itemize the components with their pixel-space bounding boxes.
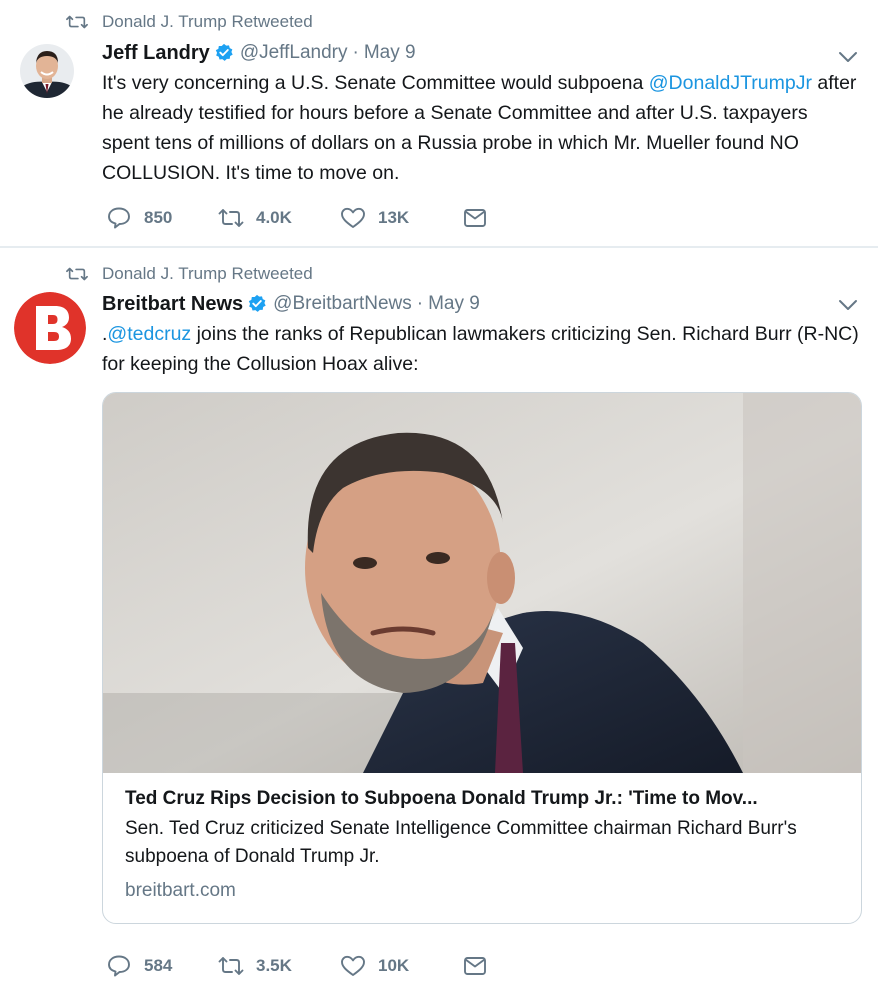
chevron-down-icon[interactable] — [838, 298, 858, 312]
retweet-button[interactable]: 3.5K — [218, 954, 340, 978]
tweet-text: It's very concerning a U.S. Senate Commi… — [102, 68, 860, 188]
retweet-count: 3.5K — [256, 956, 292, 975]
reply-count: 850 — [144, 208, 173, 227]
reply-icon — [108, 955, 130, 977]
tweet-header: Jeff Landry @JeffLandry · May 9 — [102, 38, 860, 68]
avatar[interactable] — [14, 292, 86, 364]
tweet-content: Breitbart News @BreitbartNews · May 9 .@… — [102, 289, 860, 379]
like-button[interactable]: 10K — [340, 954, 462, 978]
tweet-actions: 584 3.5K 10K — [106, 951, 500, 981]
retweet-context: Donald J. Trump Retweeted — [66, 262, 313, 286]
direct-message-button[interactable] — [462, 206, 500, 230]
card-body: Ted Cruz Rips Decision to Subpoena Donal… — [125, 785, 841, 905]
verified-badge-icon — [215, 43, 233, 61]
retweet-context: Donald J. Trump Retweeted — [66, 10, 313, 34]
retweet-button[interactable]: 4.0K — [218, 206, 340, 230]
tweet-date[interactable]: May 9 — [364, 42, 416, 64]
tweet-text-part: It's very concerning a U.S. Senate Commi… — [102, 72, 649, 94]
retweet-icon — [218, 957, 244, 975]
tweet-content: Jeff Landry @JeffLandry · May 9 It's ver… — [102, 38, 860, 188]
retweet-icon — [66, 15, 88, 29]
chevron-down-icon[interactable] — [838, 50, 858, 64]
tweet-header: Breitbart News @BreitbartNews · May 9 — [102, 289, 860, 319]
author-name[interactable]: Breitbart News — [102, 293, 243, 316]
author-name[interactable]: Jeff Landry — [102, 42, 210, 65]
direct-message-icon — [464, 957, 486, 975]
tweet-date[interactable]: May 9 — [428, 293, 480, 315]
author-handle[interactable]: @JeffLandry — [240, 42, 348, 64]
like-icon — [341, 207, 365, 228]
reply-icon — [108, 207, 130, 229]
like-count: 10K — [378, 956, 410, 975]
avatar[interactable] — [20, 44, 74, 98]
card-photo — [103, 393, 861, 773]
link-card[interactable]: Ted Cruz Rips Decision to Subpoena Donal… — [102, 392, 862, 924]
card-image — [103, 393, 861, 773]
verified-badge-icon — [248, 294, 266, 312]
tweet[interactable]: Donald J. Trump Retweeted Jeff Landry @J… — [0, 0, 878, 246]
author-handle[interactable]: @BreitbartNews — [273, 293, 412, 315]
separator: · — [416, 293, 424, 314]
breitbart-logo — [14, 292, 86, 364]
avatar-photo — [20, 44, 74, 98]
retweet-context-label: Donald J. Trump Retweeted — [102, 12, 313, 31]
retweet-icon — [218, 209, 244, 227]
separator: · — [352, 42, 359, 63]
mention-link[interactable]: @tedcruz — [107, 323, 191, 345]
reply-button[interactable]: 850 — [106, 206, 218, 230]
like-icon — [341, 955, 365, 976]
retweet-icon — [66, 267, 88, 281]
card-description: Sen. Ted Cruz criticized Senate Intellig… — [125, 818, 797, 867]
retweet-count: 4.0K — [256, 208, 292, 227]
tweet[interactable]: Donald J. Trump Retweeted Breitbart News… — [0, 248, 878, 992]
like-button[interactable]: 13K — [340, 206, 462, 230]
retweet-context-label: Donald J. Trump Retweeted — [102, 264, 313, 283]
reply-button[interactable]: 584 — [106, 954, 218, 978]
like-count: 13K — [378, 208, 410, 227]
direct-message-button[interactable] — [462, 954, 500, 978]
mention-link[interactable]: @DonaldJTrumpJr — [649, 72, 812, 94]
card-domain: breitbart.com — [125, 880, 236, 901]
tweet-text: .@tedcruz joins the ranks of Republican … — [102, 319, 860, 379]
tweet-text-part: joins the ranks of Republican lawmakers … — [102, 323, 859, 375]
direct-message-icon — [464, 209, 486, 227]
card-title[interactable]: Ted Cruz Rips Decision to Subpoena Donal… — [125, 785, 841, 813]
reply-count: 584 — [144, 956, 173, 975]
tweet-actions: 850 4.0K 13K — [106, 203, 500, 233]
